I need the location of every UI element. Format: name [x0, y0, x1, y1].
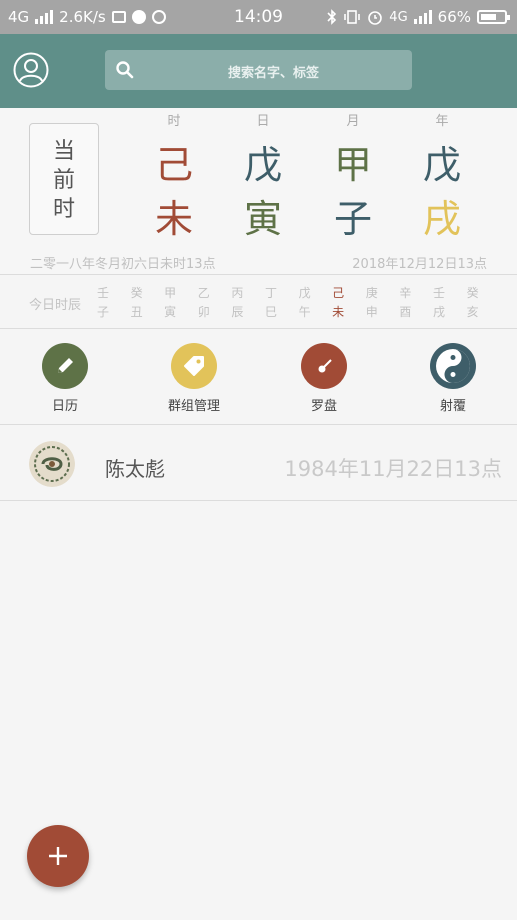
now-box-char: 时	[52, 197, 75, 222]
shichen-branch: 申	[365, 305, 378, 319]
pillar-branch: 戌	[422, 197, 461, 241]
pillar-label: 日	[256, 114, 270, 129]
pillar-branch: 寅	[243, 197, 282, 241]
pillar-stem: 甲	[333, 143, 372, 187]
shichen-branch: 午	[298, 305, 311, 319]
tool-label: 罗盘	[310, 399, 337, 414]
status-bar: 4G 2.6K/s 14:09 4G 66%	[0, 0, 517, 34]
tool-label: 射覆	[439, 399, 466, 414]
shichen-cell[interactable]: 丙辰	[227, 284, 247, 322]
shichen-stem: 戊	[298, 286, 311, 300]
today-shichen-row: 今日时辰 壬子癸丑甲寅乙卯丙辰丁巳戊午己未庚申辛酉壬戌癸亥	[0, 275, 517, 328]
shichen-stem: 丙	[231, 286, 244, 300]
shichen-branch: 子	[96, 305, 109, 319]
app-header: 搜索名字、标签	[0, 34, 517, 108]
pillar-label: 年	[435, 114, 449, 129]
search-icon	[116, 61, 134, 79]
shichen-stem: 己	[332, 286, 345, 300]
pillar-label: 时	[167, 114, 181, 129]
calendar-button[interactable]: 日历	[20, 343, 110, 414]
shichen-cell[interactable]: 乙卯	[194, 284, 214, 322]
shichen-branch: 寅	[164, 305, 177, 319]
shichen-branch: 辰	[231, 305, 244, 319]
tool-label: 群组管理	[167, 399, 220, 414]
pillar-month[interactable]: 月 甲 子	[328, 112, 378, 246]
shichen-branch: 亥	[466, 305, 479, 319]
add-person-button[interactable]	[27, 825, 89, 887]
shichen-title: 今日时辰	[29, 298, 82, 313]
current-time-button[interactable]: 当 前 时	[29, 123, 99, 235]
shichen-cell[interactable]: 丁巳	[261, 284, 281, 322]
shichen-stem: 壬	[96, 286, 109, 300]
shichen-stem: 癸	[130, 286, 143, 300]
shichen-branch: 巳	[264, 305, 277, 319]
pillar-branch: 子	[333, 197, 372, 241]
shichen-stem: 壬	[432, 286, 445, 300]
pillar-stem: 戊	[243, 143, 282, 187]
pillar-day[interactable]: 日 戊 寅	[238, 112, 288, 246]
plus-icon	[49, 847, 67, 865]
shefu-button[interactable]: 射覆	[408, 343, 498, 414]
battery-percent: 66%	[437, 8, 471, 26]
shichen-stem: 癸	[466, 286, 479, 300]
shichen-cell[interactable]: 壬戌	[429, 284, 449, 322]
shichen-stem: 庚	[365, 286, 378, 300]
shichen-branch: 未	[332, 305, 345, 319]
signal-icon-right	[413, 10, 432, 24]
user-profile-icon[interactable]	[13, 52, 49, 88]
tool-label: 日历	[51, 399, 78, 414]
pencil-icon	[42, 343, 88, 389]
battery-icon	[477, 10, 510, 24]
person-list-item[interactable]: 陈太彪 1984年11月22日13点	[0, 425, 517, 500]
compass-icon	[301, 343, 347, 389]
network-type-right: 4G	[389, 9, 408, 25]
tag-icon	[171, 343, 217, 389]
now-box-char: 当	[52, 139, 75, 164]
pillar-label: 月	[346, 114, 360, 129]
shichen-cell[interactable]: 癸丑	[127, 284, 147, 322]
pillar-branch: 未	[154, 197, 193, 241]
pillar-year[interactable]: 年 戊 戌	[417, 112, 467, 246]
shichen-cell[interactable]: 壬子	[93, 284, 113, 322]
pillar-hour[interactable]: 时 己 未	[149, 112, 199, 246]
yin-yang-icon	[430, 343, 476, 389]
status-right: 4G 66%	[327, 8, 510, 26]
shichen-stem: 甲	[164, 286, 177, 300]
shichen-stem: 乙	[197, 286, 210, 300]
pillar-stem: 己	[154, 143, 193, 187]
group-manage-button[interactable]: 群组管理	[149, 343, 239, 414]
person-birth-date: 1984年11月22日13点	[284, 457, 502, 481]
now-box-char: 前	[52, 168, 75, 193]
search-placeholder: 搜索名字、标签	[227, 66, 319, 81]
bazi-panel: 当 前 时 时 己 未 日 戊 寅 月 甲 子 年 戊 戌 二零一八年冬月初六日…	[0, 108, 517, 274]
lunar-date: 二零一八年冬月初六日未时13点	[30, 257, 216, 272]
bluetooth-icon	[327, 9, 337, 25]
alarm-icon	[368, 11, 383, 25]
shichen-cell[interactable]: 癸亥	[463, 284, 483, 322]
person-name: 陈太彪	[105, 457, 165, 481]
shichen-branch: 丑	[130, 305, 143, 319]
shichen-cell[interactable]: 甲寅	[160, 284, 180, 322]
shichen-stem: 丁	[264, 286, 277, 300]
tool-grid: 日历 群组管理 罗盘 射覆	[0, 329, 517, 424]
shichen-branch: 酉	[399, 305, 412, 319]
shichen-cell[interactable]: 戊午	[295, 284, 315, 322]
vibrate-icon	[344, 10, 361, 24]
search-bar[interactable]: 搜索名字、标签	[105, 50, 412, 90]
shichen-cell[interactable]: 辛酉	[395, 284, 415, 322]
avatar	[29, 441, 75, 487]
shichen-branch: 戌	[432, 305, 445, 319]
shichen-stem: 辛	[399, 286, 412, 300]
pillar-stem: 戊	[422, 143, 461, 187]
shichen-cell[interactable]: 庚申	[362, 284, 382, 322]
solar-date: 2018年12月12日13点	[352, 257, 487, 272]
shichen-branch: 卯	[197, 305, 210, 319]
compass-button[interactable]: 罗盘	[279, 343, 369, 414]
divider	[0, 500, 517, 501]
shichen-cell[interactable]: 己未	[328, 284, 348, 322]
